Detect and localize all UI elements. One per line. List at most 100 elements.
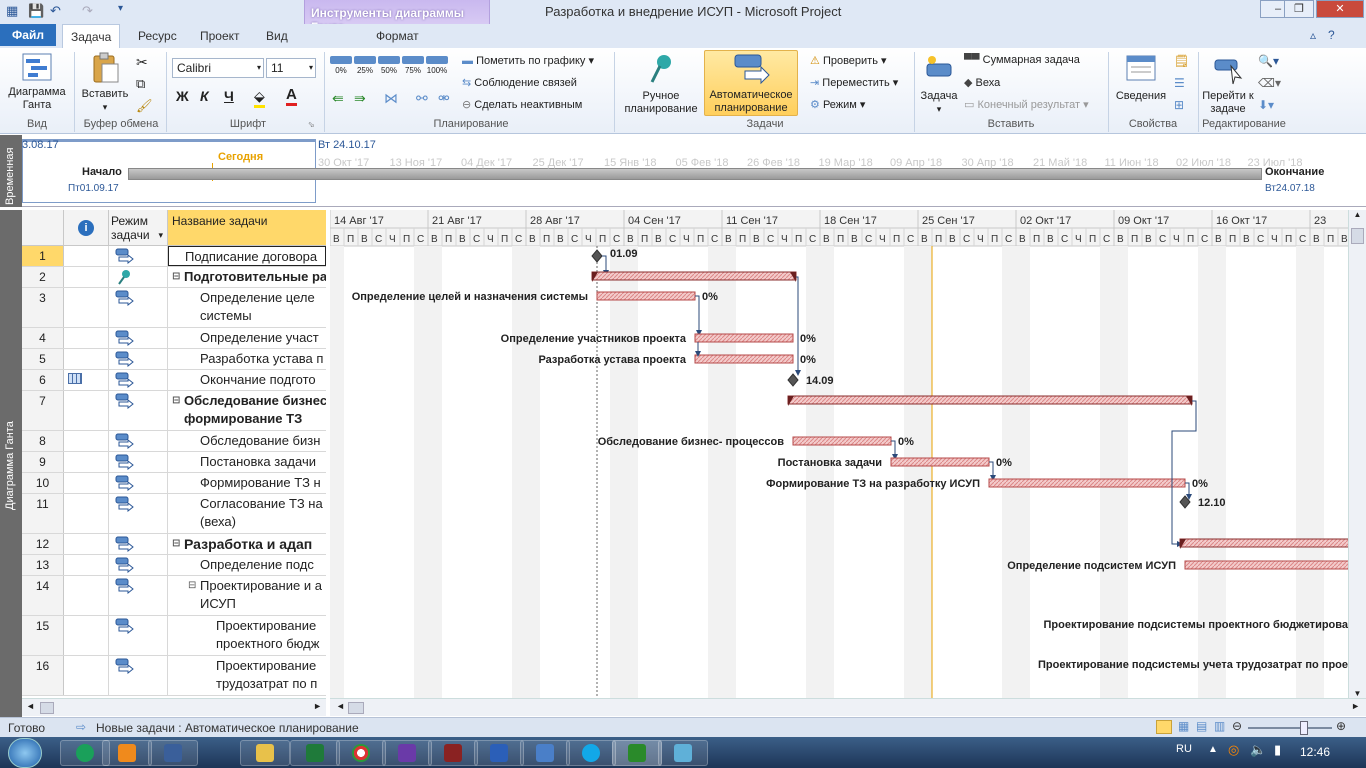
save-icon[interactable]: 💾	[28, 3, 44, 19]
row-id-cell[interactable]: 12	[22, 534, 64, 554]
tray-app-icon[interactable]: ◎	[1228, 742, 1239, 758]
table-row[interactable]: 7 ⊟ Обследование бизнес формирование ТЗ	[22, 391, 326, 431]
row-id-cell[interactable]: 4	[22, 328, 64, 348]
task-mode-cell[interactable]	[109, 431, 168, 451]
row-id-cell[interactable]: 16	[22, 656, 64, 695]
add-to-timeline-icon[interactable]: ⊞	[1174, 98, 1184, 112]
row-id-cell[interactable]: 2	[22, 267, 64, 287]
task-mode-cell[interactable]	[109, 288, 168, 327]
inactivate-button[interactable]: ⊖ Сделать неактивным	[462, 98, 582, 111]
details-icon[interactable]: ☰	[1174, 76, 1185, 90]
network-icon[interactable]: ▮	[1274, 742, 1281, 758]
row-id-cell[interactable]: 1	[22, 246, 64, 266]
taskbar-app-10[interactable]	[520, 740, 570, 766]
table-row[interactable]: 4 Определение участ	[22, 328, 326, 349]
copy-icon[interactable]: ⧉	[136, 76, 145, 92]
table-row[interactable]: 13 Определение подс	[22, 555, 326, 576]
unlink-tasks-icon[interactable]: ⚮	[438, 90, 450, 107]
status-new-tasks[interactable]: Новые задачи : Автоматическое планирован…	[96, 721, 359, 735]
notes-icon[interactable]: 🗒	[1174, 54, 1189, 68]
gantt-view-shortcut-icon[interactable]	[1156, 720, 1172, 734]
task-mode-cell[interactable]	[109, 534, 168, 554]
clock[interactable]: 12:46	[1300, 745, 1330, 759]
taskbar-app-5[interactable]	[290, 740, 340, 766]
table-row[interactable]: 10 Формирование ТЗ н	[22, 473, 326, 494]
tab-task[interactable]: Задача	[62, 24, 121, 49]
team-planner-shortcut-icon[interactable]: ▤	[1196, 719, 1207, 733]
summary-task-button[interactable]: ▀▀ Суммарная задача	[964, 54, 1080, 66]
link-tasks-icon[interactable]: ⚯	[416, 90, 428, 107]
pct-0-button[interactable]: 0%	[330, 56, 352, 75]
table-row[interactable]: 3 Определение целе системы	[22, 288, 326, 328]
table-row[interactable]: 11 Согласование ТЗ на (веха)	[22, 494, 326, 534]
taskbar-app-3[interactable]	[148, 740, 198, 766]
row-id-cell[interactable]: 14	[22, 576, 64, 615]
deliverable-button[interactable]: ▭ Конечный результат ▾	[964, 98, 1089, 111]
task-name-cell[interactable]: Проектирование трудозатрат по п	[168, 656, 326, 695]
outdent-icon[interactable]: ⇚	[332, 90, 344, 107]
task-mode-cell[interactable]	[109, 494, 168, 533]
chart-horizontal-scrollbar[interactable]: ◄ ►	[330, 698, 1366, 716]
undo-icon[interactable]: ↶	[50, 3, 61, 19]
taskbar-app-9[interactable]	[474, 740, 524, 766]
inspect-button[interactable]: ⚠ Проверить ▾	[810, 54, 887, 67]
task-mode-cell[interactable]	[109, 452, 168, 472]
row-id-cell[interactable]: 3	[22, 288, 64, 327]
tab-project[interactable]: Проект	[192, 24, 248, 48]
task-name-cell[interactable]: ⊟ Проектирование и а ИСУП	[168, 576, 326, 615]
gantt-chart-canvas[interactable]: ВПВСЧПСВПВСЧПСВПВСЧПСВПВСЧПСВПВСЧПСВПВСЧ…	[330, 210, 1348, 698]
highlight-color-icon[interactable]: ⬙	[254, 88, 265, 108]
row-id-cell[interactable]: 11	[22, 494, 64, 533]
close-button[interactable]: ✕	[1316, 0, 1364, 18]
select-all-cell[interactable]	[22, 210, 64, 246]
task-mode-cell[interactable]	[109, 328, 168, 348]
table-row[interactable]: 15 Проектирование проектного бюдж	[22, 616, 326, 656]
italic-button[interactable]: К	[200, 88, 209, 104]
font-name-select[interactable]: Calibri ▾	[172, 58, 264, 78]
tab-view[interactable]: Вид	[258, 24, 296, 48]
row-id-cell[interactable]: 5	[22, 349, 64, 369]
collapse-toggle[interactable]: ⊟	[172, 268, 180, 286]
table-row[interactable]: 16 Проектирование трудозатрат по п	[22, 656, 326, 696]
collapse-toggle[interactable]: ⊟	[188, 577, 196, 595]
task-name-cell[interactable]: Согласование ТЗ на (веха)	[168, 494, 326, 533]
row-id-cell[interactable]: 6	[22, 370, 64, 390]
task-mode-cell[interactable]	[109, 555, 168, 575]
indicators-header[interactable]: i	[64, 210, 109, 246]
language-indicator[interactable]: RU	[1176, 743, 1192, 755]
table-row[interactable]: 2 ⊟ Подготовительные ра	[22, 267, 326, 288]
tray-expand-icon[interactable]: ▲	[1208, 744, 1218, 755]
goto-task-button[interactable]: Перейти к задаче	[1202, 52, 1254, 116]
sheet-scroll-thumb[interactable]	[40, 702, 54, 714]
taskbar-app-8[interactable]	[428, 740, 478, 766]
task-name-cell[interactable]: Определение подс	[168, 555, 326, 575]
table-row[interactable]: 6 Окончание подгото	[22, 370, 326, 391]
task-name-cell[interactable]: ⊟ Разработка и адап	[168, 534, 326, 554]
find-icon[interactable]: 🔍▾	[1258, 54, 1279, 68]
task-name-cell[interactable]: ⊟ Обследование бизнес формирование ТЗ	[168, 391, 326, 430]
bold-button[interactable]: Ж	[176, 88, 189, 104]
underline-button[interactable]: Ч	[224, 88, 234, 104]
mark-on-track-button[interactable]: ▬ Пометить по графику ▾	[462, 54, 594, 67]
taskbar-app-6[interactable]	[336, 740, 386, 766]
pct-100-button[interactable]: 100%	[426, 56, 448, 75]
redo-icon[interactable]: ↷	[82, 3, 93, 19]
task-name-cell[interactable]: Подписание договора	[168, 246, 326, 266]
table-row[interactable]: 14 ⊟ Проектирование и а ИСУП	[22, 576, 326, 616]
task-name-header[interactable]: Название задачи	[168, 210, 326, 246]
row-id-cell[interactable]: 15	[22, 616, 64, 655]
taskbar-app-2[interactable]	[102, 740, 152, 766]
pct-50-button[interactable]: 50%	[378, 56, 400, 75]
respect-links-button[interactable]: ⇆ Соблюдение связей	[462, 76, 577, 89]
sheet-horizontal-scrollbar[interactable]: ◄ ►	[22, 698, 326, 716]
zoom-slider[interactable]	[1248, 727, 1332, 729]
task-mode-cell[interactable]	[109, 370, 168, 390]
vertical-scroll-thumb[interactable]	[1351, 228, 1364, 244]
zoom-out-icon[interactable]: ⊖	[1232, 719, 1242, 733]
task-mode-cell[interactable]	[109, 576, 168, 615]
task-mode-cell[interactable]	[109, 473, 168, 493]
move-button[interactable]: ⇥ Переместить ▾	[810, 76, 898, 89]
fill-icon[interactable]: ⬇▾	[1258, 98, 1274, 112]
taskbar-app-13[interactable]	[658, 740, 708, 766]
task-mode-cell[interactable]	[109, 267, 168, 287]
